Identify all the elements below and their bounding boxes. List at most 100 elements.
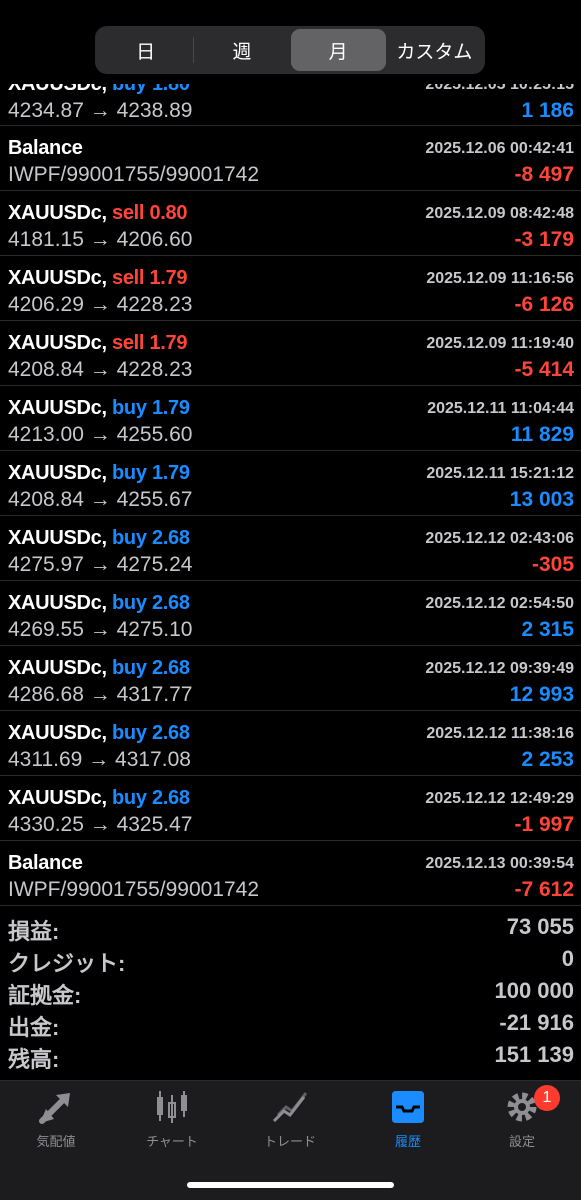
deal-side: sell — [112, 267, 145, 289]
deal-symbol: XAUUSDc, — [8, 267, 107, 289]
deal-title: Balance — [8, 137, 83, 160]
deal-profit: 2 315 — [521, 618, 574, 641]
deal-side: buy — [112, 722, 147, 744]
deal-symbol: XAUUSDc, — [8, 397, 107, 419]
deal-title: XAUUSDc, sell 0.80 — [8, 202, 187, 225]
deal-profit: -5 414 — [514, 358, 574, 381]
deal-prices: 4181.15 → 4206.60 — [8, 228, 193, 251]
tab-label: 気配値 — [36, 1134, 76, 1149]
summary-value: 151 139 — [494, 1042, 574, 1067]
summary-row: 損益: 73 055 — [0, 912, 581, 944]
deal-symbol: XAUUSDc, — [8, 722, 107, 744]
summary-row: 残高: 151 139 — [0, 1040, 581, 1072]
deal-row[interactable]: XAUUSDc, buy 2.68 2025.12.12 02:43:06 4275… — [0, 516, 581, 581]
summary-row: 出金: -21 916 — [0, 1008, 581, 1040]
deal-volume: 1.79 — [151, 397, 190, 419]
chart-icon — [157, 1091, 187, 1123]
balance-row[interactable]: Balance 2025.12.06 00:42:41 IWPF/99001755… — [0, 126, 581, 191]
deal-title: XAUUSDc, buy 2.68 — [8, 787, 190, 810]
tab-label: チャート — [146, 1134, 198, 1149]
deal-date: 2025.12.12 02:43:06 — [425, 530, 574, 547]
home-indicator — [187, 1182, 394, 1188]
deal-profit: -6 126 — [514, 293, 574, 316]
deal-title: XAUUSDc, buy 2.68 — [8, 657, 190, 680]
deal-title: XAUUSDc, sell 1.79 — [8, 332, 187, 355]
deal-date: 2025.12.11 15:21:12 — [426, 465, 574, 482]
deal-row[interactable]: XAUUSDc, buy 2.68 2025.12.12 11:38:16 4311… — [0, 711, 581, 776]
deal-row[interactable]: XAUUSDc, sell 1.79 2025.12.09 11:19:40 420… — [0, 321, 581, 386]
summary-value: 73 055 — [506, 914, 574, 939]
deal-date: 2025.12.11 11:04:44 — [427, 400, 574, 417]
balance-row[interactable]: Balance 2025.12.13 00:39:54 IWPF/99001755… — [0, 841, 581, 906]
tab-history[interactable]: 履歴 — [358, 1089, 458, 1149]
deal-side: sell — [112, 202, 145, 224]
segment-custom[interactable]: カスタム — [387, 29, 482, 71]
deal-side: buy — [112, 462, 147, 484]
deal-symbol: Balance — [8, 852, 83, 874]
deal-date: 2025.12.13 00:39:54 — [425, 855, 574, 872]
period-segmented-control: 日 週 月 カスタム — [95, 26, 485, 74]
deal-date: 2025.12.12 12:49:29 — [425, 790, 574, 807]
deal-date: 2025.12.09 08:42:48 — [425, 205, 574, 222]
deal-volume: 2.68 — [151, 657, 190, 679]
deal-volume: 2.68 — [151, 592, 190, 614]
deal-title: XAUUSDc, buy 2.68 — [8, 527, 190, 550]
tab-quotes[interactable]: 気配値 — [6, 1089, 106, 1149]
trade-icon — [272, 1092, 308, 1123]
tab-chart[interactable]: チャート — [122, 1089, 222, 1149]
tab-label: 設定 — [508, 1134, 535, 1149]
deal-prices: 4208.84 → 4228.23 — [8, 358, 193, 381]
deal-date: 2025.12.12 02:54:50 — [425, 595, 574, 612]
deal-profit: -1 997 — [514, 813, 574, 836]
deal-prices: 4208.84 → 4255.67 — [8, 488, 193, 511]
deal-date: 2025.12.09 11:16:56 — [426, 270, 574, 287]
segment-month[interactable]: 月 — [290, 29, 386, 71]
deal-symbol: Balance — [8, 137, 83, 159]
segment-week[interactable]: 週 — [194, 29, 289, 71]
deal-profit: 13 003 — [509, 488, 574, 511]
deal-row[interactable]: XAUUSDc, buy 2.68 2025.12.12 09:39:49 4286… — [0, 646, 581, 711]
deal-title: XAUUSDc, buy 2.68 — [8, 722, 190, 745]
tab-settings[interactable]: 1 設定 — [472, 1085, 572, 1149]
deal-title: Balance — [8, 852, 83, 875]
segment-day[interactable]: 日 — [98, 29, 193, 71]
deal-symbol: XAUUSDc, — [8, 462, 107, 484]
deal-volume: 1.79 — [149, 267, 188, 289]
summary-row: 証拠金: 100 000 — [0, 976, 581, 1008]
deal-row[interactable]: XAUUSDc, buy 1.79 2025.12.11 11:04:44 4213… — [0, 386, 581, 451]
history-icon — [392, 1091, 424, 1123]
deal-side: buy — [112, 787, 147, 809]
deal-date: 2025.12.12 11:38:16 — [426, 725, 574, 742]
deal-side: buy — [112, 527, 147, 549]
deal-profit: 12 993 — [509, 683, 574, 706]
deal-volume: 2.68 — [151, 787, 190, 809]
deal-side: buy — [112, 592, 147, 614]
deal-side: sell — [112, 332, 145, 354]
deal-row[interactable]: XAUUSDc, buy 1.79 2025.12.11 15:21:12 4208… — [0, 451, 581, 516]
deal-date: 2025.12.09 11:19:40 — [426, 335, 574, 352]
summary-panel: 損益: 73 055 クレジット: 0 証拠金: 100 000 出金: -21 916 残高:… — [0, 912, 581, 1072]
deal-row[interactable]: XAUUSDc, buy 2.68 2025.12.12 12:49:29 4330… — [0, 776, 581, 841]
summary-value: 100 000 — [494, 978, 574, 1003]
tab-trade[interactable]: トレード — [240, 1089, 340, 1149]
deal-symbol: XAUUSDc, — [8, 527, 107, 549]
deal-side: buy — [112, 397, 147, 419]
summary-label: 残高: — [8, 1047, 60, 1072]
summary-label: 出金: — [8, 1015, 60, 1040]
deal-row[interactable]: XAUUSDc, sell 1.79 2025.12.09 11:16:56 420… — [0, 256, 581, 321]
summary-value: -21 916 — [499, 1010, 574, 1035]
deal-symbol: XAUUSDc, — [8, 592, 107, 614]
deal-profit: -7 612 — [514, 878, 574, 901]
summary-label: クレジット: — [8, 951, 126, 976]
segment-header: 日 週 月 カスタム — [0, 0, 581, 84]
deal-symbol: XAUUSDc, — [8, 657, 107, 679]
deal-row[interactable]: XAUUSDc, buy 2.68 2025.12.12 02:54:50 4269… — [0, 581, 581, 646]
deal-list: XAUUSDc, buy 1.80 2025.12.05 10:25:15 4234… — [0, 62, 581, 906]
summary-value: 0 — [561, 946, 574, 971]
deal-prices: 4234.87 → 4238.89 — [8, 99, 193, 122]
deal-row[interactable]: XAUUSDc, sell 0.80 2025.12.09 08:42:48 418… — [0, 191, 581, 256]
deal-profit: 2 253 — [521, 748, 574, 771]
deal-date: 2025.12.06 00:42:41 — [425, 140, 574, 157]
deal-prices: IWPF/99001755/99001742 — [8, 163, 260, 186]
summary-row: クレジット: 0 — [0, 944, 581, 976]
